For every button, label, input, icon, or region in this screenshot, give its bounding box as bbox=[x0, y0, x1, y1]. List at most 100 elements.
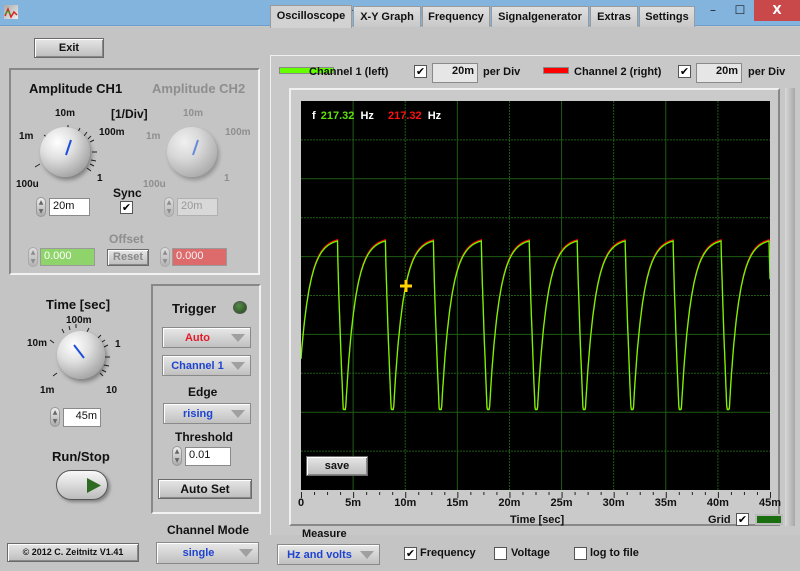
oscilloscope-plot[interactable] bbox=[301, 101, 770, 490]
frequency-checkbox[interactable]: ✔ bbox=[404, 547, 417, 560]
ch2-per-div-label: per Div bbox=[748, 66, 786, 78]
plot-scrollbar[interactable] bbox=[785, 88, 795, 526]
exit-button[interactable]: Exit bbox=[34, 38, 104, 58]
x-tick-label: 5m bbox=[345, 497, 362, 509]
amplitude-ch1-title: Amplitude CH1 bbox=[29, 81, 123, 96]
trigger-led bbox=[233, 301, 247, 314]
freq-ch1-unit: Hz bbox=[360, 110, 374, 122]
edge-label: Edge bbox=[188, 385, 218, 399]
log-to-file-checkbox[interactable] bbox=[574, 547, 587, 560]
trigger-edge-dropdown[interactable]: rising bbox=[163, 403, 251, 424]
maximize-button[interactable]: ☐ bbox=[727, 0, 753, 21]
x-axis-label: Time [sec] bbox=[510, 514, 565, 526]
auto-set-button[interactable]: Auto Set bbox=[158, 479, 252, 499]
trigger-mode-value: Auto bbox=[184, 332, 211, 344]
channel-2-trace bbox=[301, 238, 770, 410]
offset-ch1-field[interactable]: 0.000 bbox=[40, 248, 95, 266]
copyright-label: © 2012 C. Zeitnitz V1.41 bbox=[7, 543, 139, 562]
sync-label: Sync bbox=[113, 186, 142, 200]
tab-oscilloscope[interactable]: Oscilloscope bbox=[270, 5, 352, 28]
trigger-mode-dropdown[interactable]: Auto bbox=[162, 327, 251, 348]
channel-mode-dropdown[interactable]: single bbox=[156, 542, 259, 564]
tab-frequency[interactable]: Frequency bbox=[422, 6, 490, 27]
tab-xy-graph[interactable]: X-Y Graph bbox=[353, 6, 421, 27]
offset-ch2-field[interactable]: 0.000 bbox=[172, 248, 227, 266]
trigger-marker-icon bbox=[400, 280, 412, 292]
x-tick-label: 10m bbox=[394, 497, 417, 509]
x-tick-label: 15m bbox=[446, 497, 469, 509]
ch1-amplitude-spinner[interactable]: ▲ ▼ bbox=[36, 197, 46, 217]
ch2-amplitude-spinner[interactable]: ▲ ▼ bbox=[164, 197, 174, 217]
ch2-scale-10m: 10m bbox=[183, 108, 204, 119]
grid-color-swatch[interactable] bbox=[755, 514, 783, 525]
measure-mode-dropdown[interactable]: Hz and volts bbox=[277, 544, 380, 565]
ch1-enable-checkbox[interactable]: ✔ bbox=[414, 65, 427, 78]
time-knob[interactable] bbox=[57, 331, 105, 379]
trigger-title: Trigger bbox=[172, 301, 217, 316]
offset-reset-button[interactable]: Reset bbox=[107, 249, 149, 266]
ch1-knob-pointer bbox=[65, 139, 72, 156]
time-field[interactable]: 45m bbox=[63, 408, 101, 427]
tab-signalgenerator[interactable]: Signalgenerator bbox=[491, 6, 589, 27]
offset-ch1-spinner[interactable]: ▲ ▼ bbox=[28, 247, 38, 267]
offset-label: Offset bbox=[109, 232, 144, 246]
tab-settings[interactable]: Settings bbox=[639, 6, 695, 27]
unit-label: [1/Div] bbox=[111, 107, 148, 121]
ch2-scale-1m: 1m bbox=[146, 131, 161, 142]
ch2-scale-1: 1 bbox=[224, 173, 230, 184]
x-tick-label: 40m bbox=[706, 497, 729, 509]
voltage-checkbox[interactable] bbox=[494, 547, 507, 560]
ch1-per-div-label: per Div bbox=[483, 66, 521, 78]
x-tick-label: 35m bbox=[654, 497, 677, 509]
amplitude-ch2-title: Amplitude CH2 bbox=[152, 81, 246, 96]
x-tick-label: 20m bbox=[498, 497, 521, 509]
offset-ch2-spinner[interactable]: ▲ ▼ bbox=[160, 247, 170, 267]
freq-prefix: f bbox=[312, 110, 316, 122]
channel-mode-value: single bbox=[182, 547, 215, 559]
chevron-down-icon bbox=[231, 362, 245, 370]
x-tick-label: 25m bbox=[550, 497, 573, 509]
grid-label: Grid bbox=[708, 514, 731, 526]
frequency-check-label: Frequency bbox=[420, 547, 476, 559]
freq-ch1-value: 217.32 bbox=[320, 110, 355, 122]
ch2-enable-checkbox[interactable]: ✔ bbox=[678, 65, 691, 78]
time-spinner[interactable]: ▲ ▼ bbox=[50, 407, 60, 427]
sync-checkbox[interactable]: ✔ bbox=[120, 201, 133, 214]
ch2-per-div-field[interactable]: 20m bbox=[696, 63, 742, 83]
ch1-amplitude-field[interactable]: 20m bbox=[49, 198, 90, 216]
ch2-amplitude-field[interactable]: 20m bbox=[177, 198, 218, 216]
ch2-amplitude-knob[interactable] bbox=[167, 127, 217, 177]
run-stop-button[interactable] bbox=[56, 470, 108, 500]
channel-1-trace bbox=[301, 240, 770, 411]
freq-ch2-unit: Hz bbox=[427, 110, 442, 122]
ch1-label: Channel 1 (left) bbox=[309, 66, 389, 78]
freq-ch2-value: 217.32 bbox=[387, 110, 422, 122]
threshold-field[interactable]: 0.01 bbox=[185, 447, 231, 466]
grid-checkbox[interactable]: ✔ bbox=[736, 513, 749, 526]
ch2-color-swatch[interactable] bbox=[543, 67, 569, 74]
threshold-spinner[interactable]: ▲ ▼ bbox=[172, 446, 182, 466]
chevron-down-icon bbox=[239, 549, 253, 557]
run-stop-label: Run/Stop bbox=[52, 449, 110, 464]
ch1-amplitude-knob[interactable] bbox=[40, 127, 90, 177]
save-button[interactable]: save bbox=[306, 456, 368, 476]
trigger-source-dropdown[interactable]: Channel 1 bbox=[162, 355, 251, 376]
channel-mode-label: Channel Mode bbox=[167, 523, 250, 537]
chevron-down-icon bbox=[231, 334, 245, 342]
trigger-source-value: Channel 1 bbox=[171, 360, 224, 372]
frequency-readout: f 217.32 Hz 217.32 Hz bbox=[312, 110, 441, 122]
ch2-label: Channel 2 (right) bbox=[574, 66, 662, 78]
chevron-down-icon bbox=[360, 551, 374, 559]
x-tick-label: 30m bbox=[602, 497, 625, 509]
play-icon bbox=[87, 478, 101, 493]
tab-extras[interactable]: Extras bbox=[590, 6, 638, 27]
time-scale-10m: 10m bbox=[27, 338, 48, 349]
log-to-file-label: log to file bbox=[590, 547, 639, 559]
trigger-edge-value: rising bbox=[183, 408, 213, 420]
ch2-knob-pointer bbox=[192, 139, 199, 156]
ch1-per-div-field[interactable]: 20m bbox=[432, 63, 478, 83]
minimize-button[interactable]: – bbox=[700, 0, 726, 21]
x-tick-label: 45m bbox=[758, 497, 782, 509]
measure-mode-value: Hz and volts bbox=[287, 549, 352, 561]
close-button[interactable]: X bbox=[754, 0, 800, 21]
